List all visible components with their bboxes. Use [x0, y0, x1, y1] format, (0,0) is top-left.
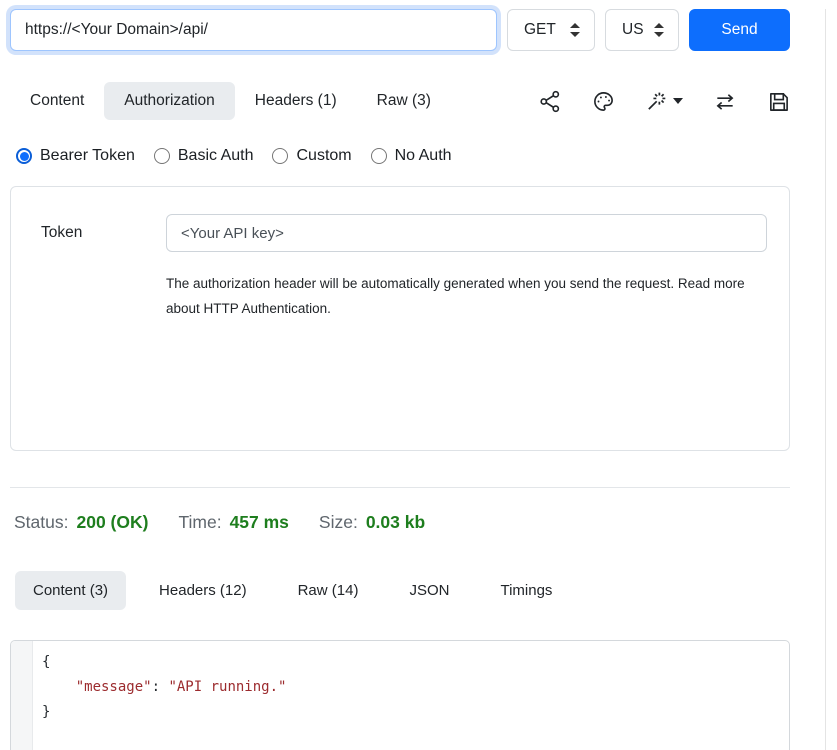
token-input[interactable] — [166, 214, 767, 252]
save-floppy-icon[interactable] — [767, 90, 790, 113]
url-input[interactable] — [10, 9, 497, 51]
method-select-value: GET — [524, 21, 556, 39]
radio-basic-auth[interactable]: Basic Auth — [154, 147, 254, 165]
response-status-row: Status: 200 (OK) Time: 457 ms Size: 0.03… — [14, 512, 837, 533]
api-client-page: GET US Send Content Authorization Header… — [0, 9, 837, 750]
response-body-editor[interactable]: { "message": "API running." } — [10, 640, 790, 750]
radio-custom[interactable]: Custom — [272, 147, 351, 165]
token-field-label: Token — [41, 224, 166, 242]
code-value: "API running." — [168, 679, 286, 695]
region-select-value: US — [622, 21, 644, 39]
send-button[interactable]: Send — [689, 9, 790, 51]
code-indent — [42, 679, 76, 695]
region-select[interactable]: US — [605, 9, 679, 51]
request-tabs-row: Content Authorization Headers (1) Raw (3… — [10, 82, 790, 120]
radio-unchecked-icon — [371, 148, 387, 164]
request-toolbar — [539, 90, 790, 113]
radio-label: Bearer Token — [40, 147, 135, 165]
time-pair: Time: 457 ms — [178, 512, 288, 533]
tab-content[interactable]: Content — [10, 82, 104, 120]
select-updown-icon — [568, 22, 582, 38]
auth-type-options: Bearer Token Basic Auth Custom No Auth — [16, 147, 837, 165]
request-bar: GET US Send — [10, 9, 790, 51]
method-select[interactable]: GET — [507, 9, 595, 51]
size-pair: Size: 0.03 kb — [319, 512, 425, 533]
response-json-code: { "message": "API running." } — [33, 641, 789, 750]
time-value: 457 ms — [230, 512, 289, 533]
resp-tab-headers[interactable]: Headers (12) — [141, 571, 265, 610]
resp-tab-content[interactable]: Content (3) — [15, 571, 126, 610]
size-value: 0.03 kb — [366, 512, 425, 533]
magic-wand-dropdown-icon[interactable] — [645, 90, 683, 113]
status-pair: Status: 200 (OK) — [14, 512, 148, 533]
radio-label: No Auth — [395, 147, 452, 165]
radio-bearer-token[interactable]: Bearer Token — [16, 147, 135, 165]
code-brace-open: { — [42, 654, 50, 670]
swap-arrows-icon[interactable] — [713, 90, 737, 113]
resp-tab-raw[interactable]: Raw (14) — [280, 571, 377, 610]
radio-unchecked-icon — [154, 148, 170, 164]
response-tabs-row: Content (3) Headers (12) Raw (14) JSON T… — [15, 571, 790, 610]
status-value: 200 (OK) — [76, 512, 148, 533]
tab-headers[interactable]: Headers (1) — [235, 82, 357, 120]
section-divider — [10, 487, 790, 488]
radio-checked-icon — [16, 148, 32, 164]
resp-tab-timings[interactable]: Timings — [482, 571, 570, 610]
tab-raw[interactable]: Raw (3) — [357, 82, 451, 120]
resp-tab-json[interactable]: JSON — [391, 571, 467, 610]
scrollbar-track[interactable] — [825, 9, 837, 750]
radio-label: Custom — [296, 147, 351, 165]
code-brace-close: } — [42, 704, 50, 720]
status-label: Status: — [14, 512, 68, 533]
time-label: Time: — [178, 512, 221, 533]
dropdown-caret-icon — [673, 98, 683, 104]
bearer-token-panel: Token The authorization header will be a… — [10, 186, 790, 451]
size-label: Size: — [319, 512, 358, 533]
token-field-row: Token — [41, 214, 767, 252]
palette-icon[interactable] — [592, 90, 615, 113]
radio-label: Basic Auth — [178, 147, 254, 165]
editor-gutter — [11, 641, 33, 750]
radio-unchecked-icon — [272, 148, 288, 164]
share-nodes-icon[interactable] — [539, 90, 562, 113]
auth-help-text: The authorization header will be automat… — [166, 271, 754, 321]
code-colon: : — [152, 679, 169, 695]
code-key: "message" — [76, 679, 152, 695]
tab-authorization[interactable]: Authorization — [104, 82, 234, 120]
radio-no-auth[interactable]: No Auth — [371, 147, 452, 165]
select-updown-icon — [652, 22, 666, 38]
